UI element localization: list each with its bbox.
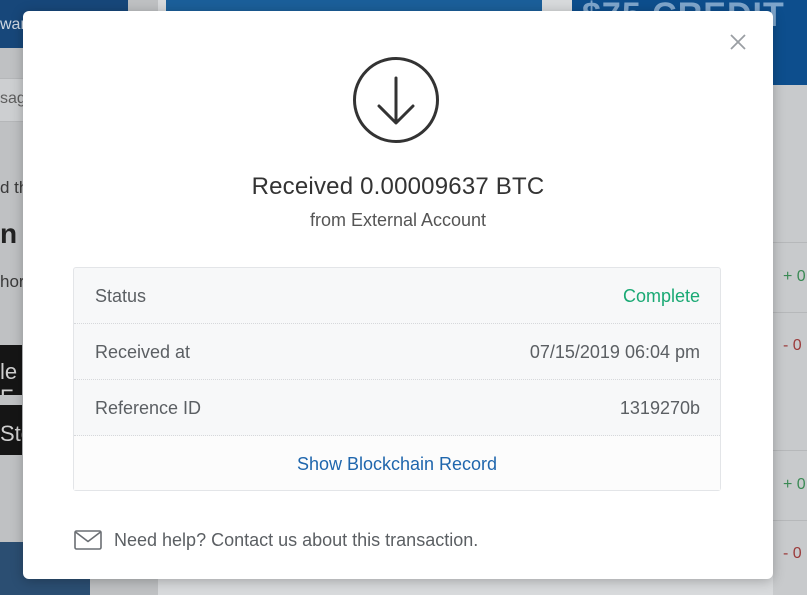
detail-label: Received at [95, 342, 191, 362]
transaction-source: from External Account [309, 210, 487, 230]
transaction-modal: Received 0.00009637 BTC from External Ac… [23, 11, 773, 579]
detail-row-status: Status Complete [74, 268, 720, 324]
detail-label: Reference ID [95, 398, 202, 418]
detail-row-received-at: Received at 07/15/2019 06:04 pm [74, 324, 720, 380]
arrow-down-circle-icon [353, 57, 439, 143]
received-at-value: 07/15/2019 06:04 pm [529, 342, 700, 362]
show-blockchain-record-link[interactable]: Show Blockchain Record [74, 454, 720, 475]
detail-label: Status [95, 286, 147, 306]
close-button[interactable] [727, 31, 749, 53]
transaction-title: Received 0.00009637 BTC [251, 173, 545, 200]
envelope-icon [74, 530, 102, 550]
status-value: Complete [622, 286, 700, 306]
reference-id-value: 1319270b [619, 398, 700, 418]
close-icon [730, 34, 746, 50]
detail-row-reference-id: Reference ID 1319270b [74, 380, 720, 436]
blockchain-link-row: Show Blockchain Record [74, 436, 720, 490]
contact-support-link[interactable]: Need help? Contact us about this transac… [114, 530, 478, 551]
transaction-details-table: Status Complete Received at 07/15/2019 0… [73, 267, 721, 491]
